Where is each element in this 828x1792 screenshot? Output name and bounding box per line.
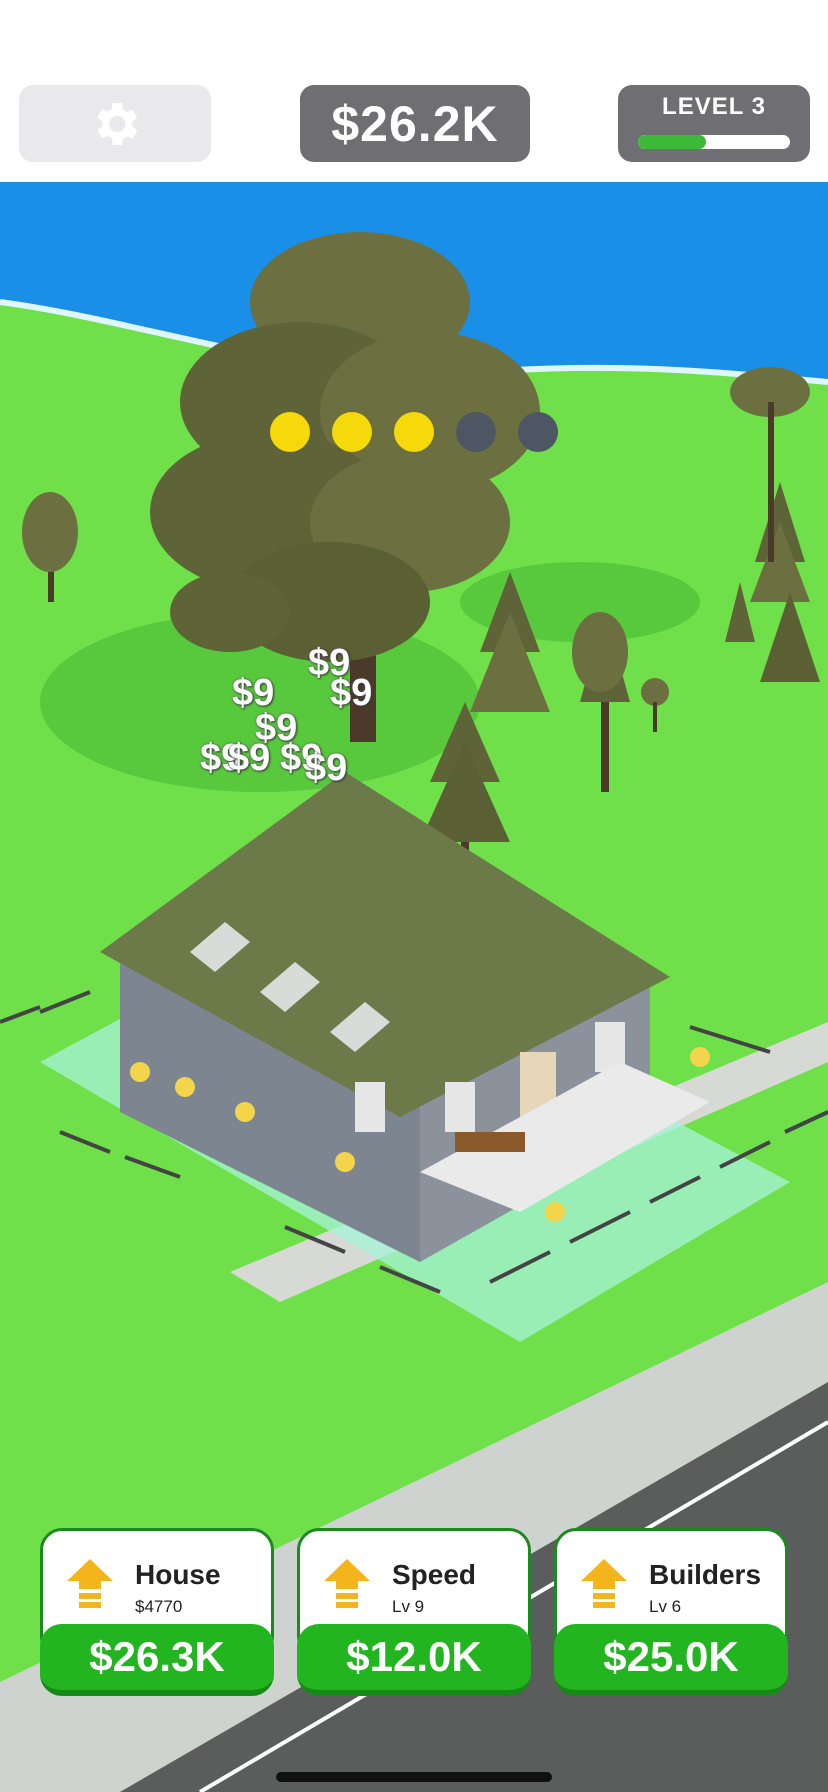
upgrade-title: House	[135, 1559, 221, 1590]
upgrade-title: Builders	[649, 1559, 762, 1590]
upgrade-title: Speed	[392, 1559, 477, 1590]
stage-progress-dots	[270, 412, 558, 452]
progress-dot-empty	[456, 412, 496, 452]
upgrade-arrow-icon	[324, 1559, 370, 1608]
home-indicator[interactable]	[276, 1772, 552, 1782]
level-progress-bar	[638, 135, 790, 149]
upgrade-house-button[interactable]: $26.3K	[40, 1624, 274, 1696]
reward-text: $9	[330, 672, 373, 714]
top-hud: $26.2K LEVEL 3	[0, 0, 828, 182]
upgrade-card-speed[interactable]: Speed Lv 9 $12.0K	[297, 1528, 531, 1700]
progress-dot-filled	[332, 412, 372, 452]
upgrade-subtitle: Lv 9	[392, 1597, 425, 1616]
reward-text: $9	[305, 747, 348, 789]
upgrade-subtitle: $4770	[135, 1597, 183, 1616]
money-display: $26.2K	[300, 85, 530, 162]
level-progress-fill	[638, 135, 707, 149]
progress-dot-filled	[394, 412, 434, 452]
upgrade-arrow-icon	[581, 1559, 627, 1608]
level-label: LEVEL 3	[662, 93, 766, 120]
settings-button[interactable]	[19, 85, 211, 162]
upgrade-subtitle: Lv 6	[649, 1597, 682, 1616]
upgrade-arrow-icon	[67, 1559, 113, 1608]
upgrade-builders-button[interactable]: $25.0K	[554, 1624, 788, 1696]
progress-dot-filled	[270, 412, 310, 452]
upgrade-speed-button[interactable]: $12.0K	[297, 1624, 531, 1696]
upgrade-card-builders[interactable]: Builders Lv 6 $25.0K	[554, 1528, 788, 1700]
level-display: LEVEL 3	[618, 85, 810, 162]
gear-icon	[97, 102, 138, 145]
progress-dot-empty	[518, 412, 558, 452]
upgrade-card-house[interactable]: House $4770 $26.3K	[40, 1528, 274, 1700]
